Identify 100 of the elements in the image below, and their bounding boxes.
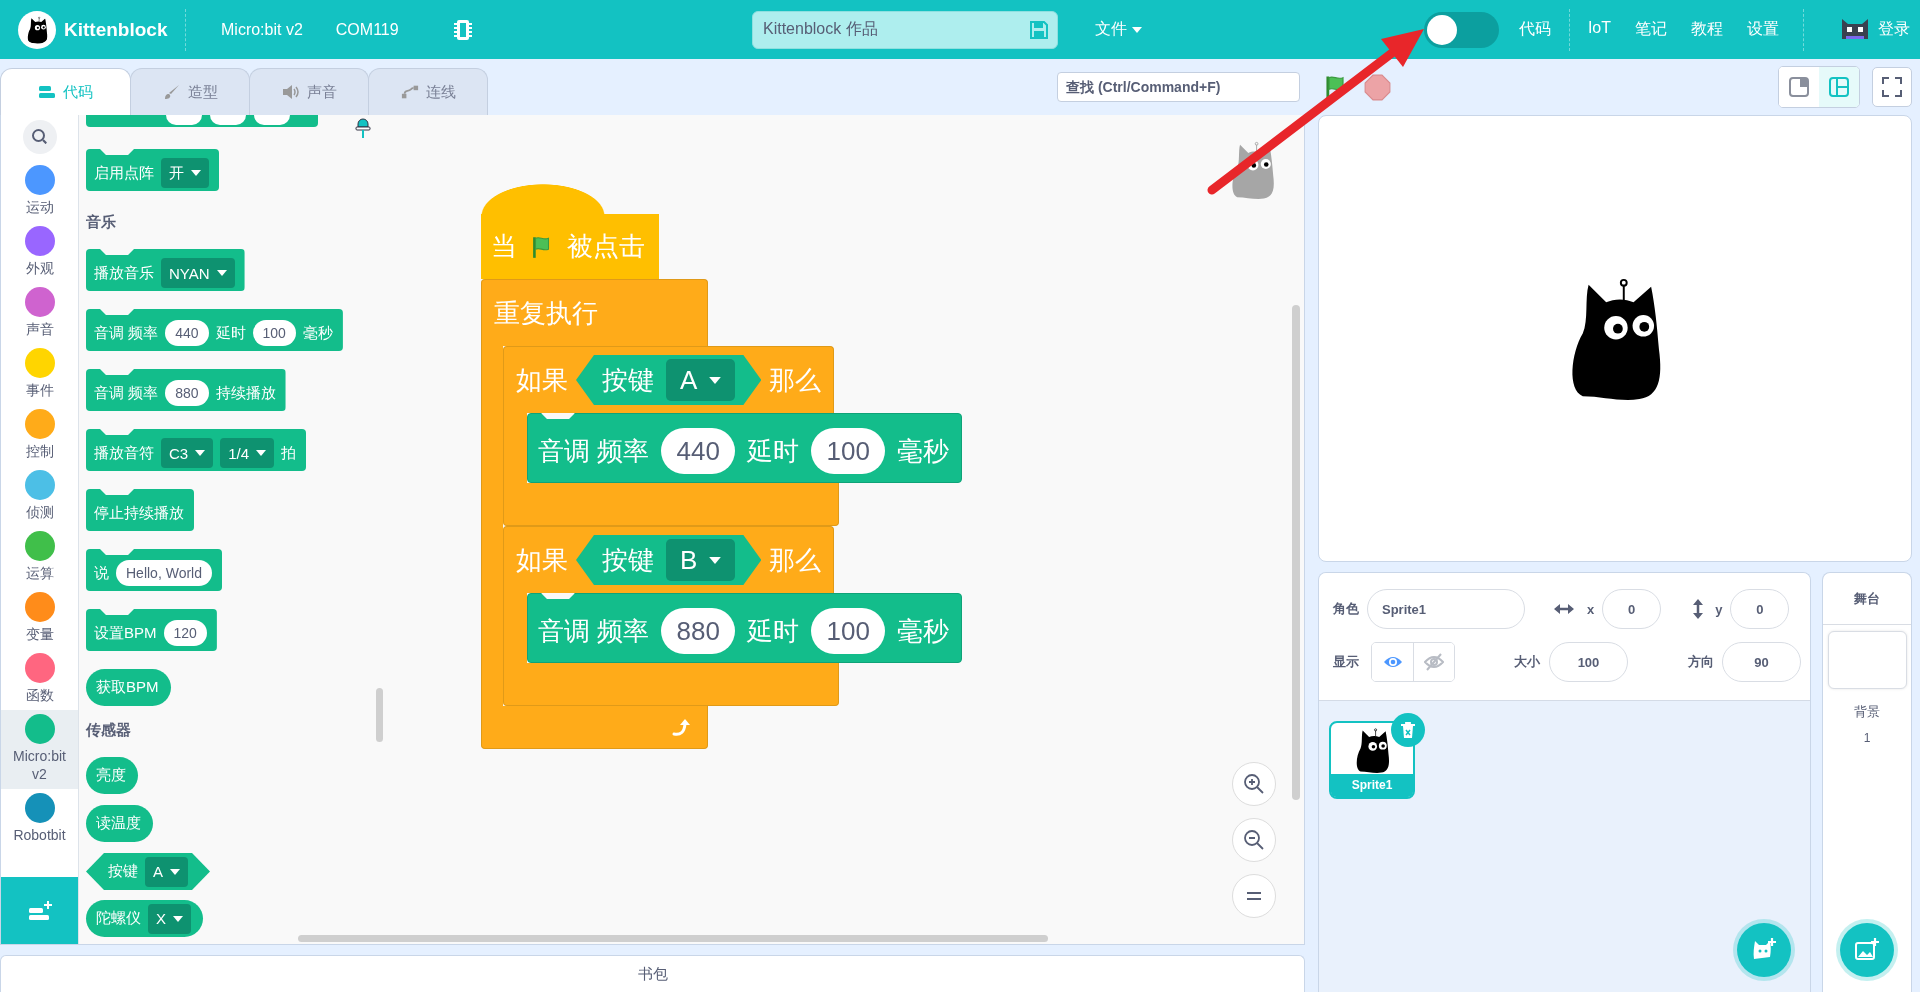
code-block[interactable]: 音调 频率 440 延时 100 毫秒 <box>86 309 343 351</box>
block-label: 毫秒 <box>302 323 333 343</box>
number-input[interactable]: 440 <box>661 428 736 474</box>
sprite-thumbnail[interactable]: Sprite1 <box>1329 721 1415 799</box>
number-input[interactable]: 440 <box>165 320 209 346</box>
block-label: 按键 <box>602 363 654 397</box>
boolean-block[interactable]: 按键 B <box>576 535 762 585</box>
x-field[interactable]: 0 <box>1602 589 1662 629</box>
search-field[interactable]: 查找 (Ctrl/Command+F) <box>1057 72 1300 102</box>
editor-tab[interactable]: 代码 <box>0 68 131 115</box>
save-icon[interactable] <box>1030 20 1048 39</box>
code-block[interactable]: 播放音乐 NYAN <box>86 249 245 291</box>
stage-panel[interactable]: 舞台 背景 1 <box>1822 572 1912 992</box>
chip-icon[interactable] <box>453 17 472 42</box>
number-input[interactable]: 120 <box>163 620 207 646</box>
dropdown-input[interactable]: A <box>145 856 188 887</box>
block-label: 启用点阵 <box>94 163 154 183</box>
number-input[interactable]: Hello, World <box>116 560 212 586</box>
number-input[interactable]: 880 <box>165 380 209 406</box>
large-stage-button[interactable] <box>1819 67 1859 107</box>
dropdown-input[interactable]: 1/4 <box>220 438 275 468</box>
sprite-name-field[interactable]: Sprite1 <box>1367 589 1525 629</box>
fullscreen-icon <box>1881 76 1903 98</box>
scrollbar[interactable] <box>298 935 1048 942</box>
login-link[interactable]: 登录 <box>1878 19 1910 40</box>
field-label: 大小 <box>1514 653 1540 671</box>
scrollbar[interactable] <box>376 688 383 742</box>
editor-tab[interactable]: 声音 <box>249 68 369 115</box>
dropdown-input[interactable]: B <box>666 539 736 581</box>
code-block[interactable]: 停止持续播放 <box>86 489 194 531</box>
number-input[interactable]: 100 <box>252 320 296 346</box>
reporter-block[interactable]: 陀螺仪 X <box>86 900 203 937</box>
zoom-in-button[interactable] <box>1232 762 1276 806</box>
block-label: 播放音乐 <box>94 263 154 283</box>
block-label: 停止持续播放 <box>94 503 184 523</box>
scrollbar[interactable] <box>1292 305 1300 800</box>
fullscreen-button[interactable] <box>1872 67 1912 107</box>
block-label: 被点击 <box>567 230 645 263</box>
nav-link[interactable]: 教程 <box>1691 19 1723 40</box>
stage[interactable] <box>1318 115 1912 562</box>
block-label: 那么 <box>769 543 822 577</box>
dropdown-input[interactable]: NYAN <box>161 258 235 288</box>
backdrop-label: 背景 <box>1854 703 1880 721</box>
backdrop-thumbnail[interactable] <box>1827 631 1907 689</box>
nav-link[interactable]: IoT <box>1587 19 1611 40</box>
code-block[interactable]: 播放音符 C3 1/4 拍 <box>86 429 307 471</box>
zoom-reset-button[interactable] <box>1232 874 1276 918</box>
block-label: 按键 <box>602 543 654 577</box>
code-toggle[interactable] <box>1423 11 1499 48</box>
number-input[interactable]: 100 <box>811 608 886 654</box>
code-block[interactable]: 启用点阵 开 <box>86 149 219 191</box>
number-input[interactable] <box>166 115 202 125</box>
number-input[interactable] <box>254 115 290 125</box>
nav-link[interactable]: 笔记 <box>1635 19 1667 40</box>
add-backdrop-button[interactable] <box>1840 923 1894 977</box>
caret-icon <box>709 556 722 564</box>
editor-tab[interactable]: 连线 <box>368 68 488 115</box>
if-block[interactable]: 如果 按键 B 那么 <box>503 526 835 593</box>
reporter-block[interactable]: 亮度 <box>86 757 138 794</box>
port-name[interactable]: COM119 <box>335 20 399 39</box>
boolean-block[interactable]: 按键 A <box>576 355 762 405</box>
editor-tab[interactable]: 造型 <box>130 68 250 115</box>
device-name[interactable]: Micro:bit v2 <box>221 20 303 39</box>
field-label: 方向 <box>1688 653 1714 671</box>
code-block[interactable]: 音调 频率 880 延时 100 毫秒 <box>527 593 963 663</box>
image-plus-icon <box>1854 937 1880 963</box>
code-block[interactable] <box>86 115 318 127</box>
hide-button[interactable] <box>1413 643 1454 681</box>
code-block[interactable]: 设置BPM 120 <box>86 609 217 651</box>
number-input[interactable]: 880 <box>661 608 736 654</box>
project-title-field[interactable]: Kittenblock 作品 <box>752 10 1058 49</box>
dropdown-input[interactable]: 开 <box>161 158 209 188</box>
add-sprite-button[interactable] <box>1737 923 1791 977</box>
reporter-block[interactable]: 获取BPM <box>86 669 171 706</box>
y-field[interactable]: 0 <box>1730 589 1790 629</box>
backpack-bar[interactable]: 书包 <box>0 955 1305 992</box>
size-field[interactable]: 100 <box>1549 642 1628 682</box>
dropdown-input[interactable]: A <box>666 359 736 401</box>
dropdown-input[interactable]: C3 <box>161 438 214 468</box>
add-extension-button[interactable] <box>1 877 78 944</box>
number-input[interactable]: 100 <box>811 428 886 474</box>
boolean-block[interactable]: 按键 A <box>86 853 210 890</box>
delete-button[interactable] <box>1391 713 1425 747</box>
code-block[interactable]: 音调 频率 880 持续播放 <box>86 369 286 411</box>
nav-link[interactable]: 设置 <box>1747 19 1779 40</box>
trash-icon <box>1400 721 1416 739</box>
add-blocks-icon <box>27 899 53 922</box>
if-block[interactable]: 如果 按键 A 那么 <box>503 346 835 413</box>
stop-button[interactable] <box>1364 73 1391 101</box>
file-menu[interactable]: 文件 <box>1095 19 1142 40</box>
category-item[interactable]: Micro:bit v2 <box>1 710 78 789</box>
number-input[interactable] <box>210 115 246 125</box>
code-block[interactable]: 说 Hello, World <box>86 549 222 591</box>
search-icon[interactable] <box>22 120 57 154</box>
direction-field[interactable]: 90 <box>1722 642 1801 682</box>
dropdown-input[interactable]: X <box>148 903 191 934</box>
reporter-block[interactable]: 读温度 <box>86 805 153 842</box>
zoom-out-button[interactable] <box>1232 818 1276 862</box>
code-block[interactable]: 音调 频率 440 延时 100 毫秒 <box>527 413 963 483</box>
caret-icon <box>195 450 206 456</box>
